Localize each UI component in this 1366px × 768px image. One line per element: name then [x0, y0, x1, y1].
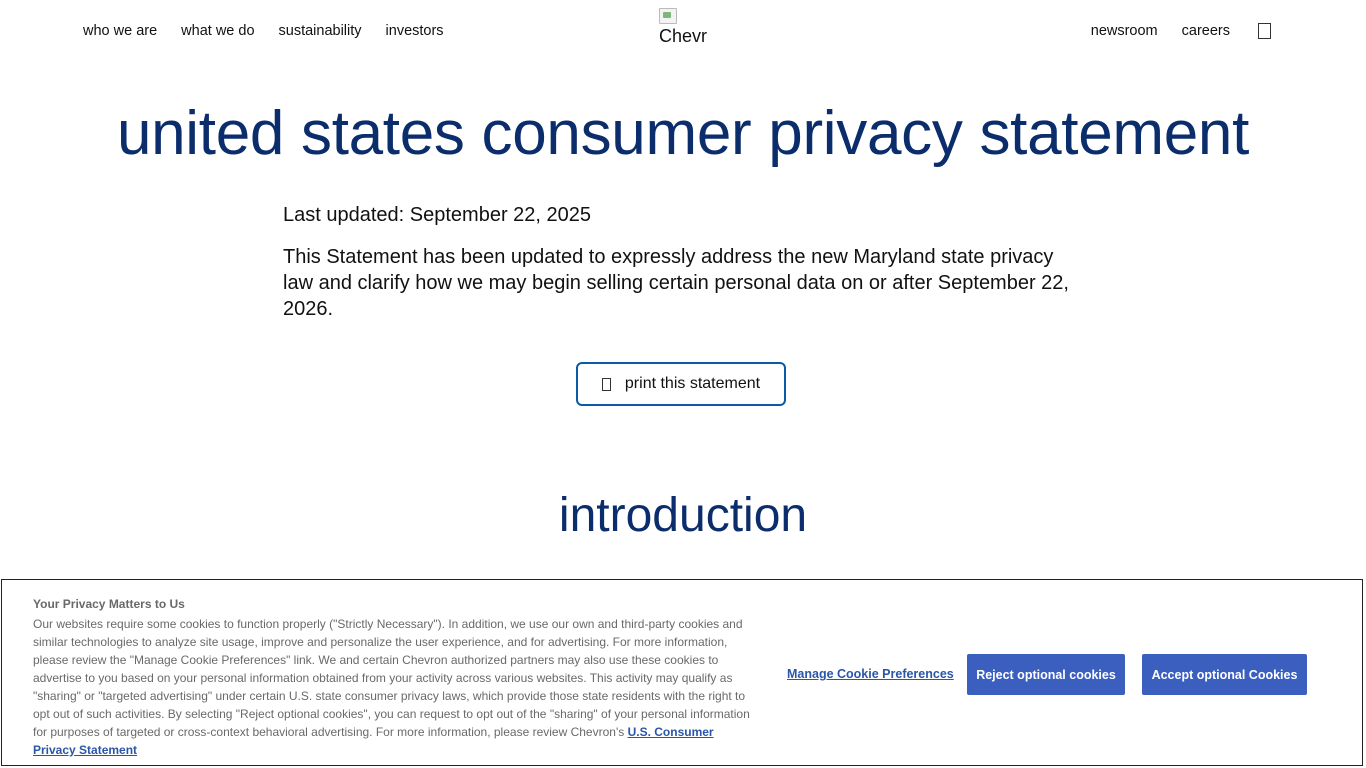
- top-navigation: who we are what we do sustainability inv…: [0, 0, 1366, 64]
- print-icon: [601, 377, 611, 391]
- nav-who-we-are[interactable]: who we are: [83, 23, 157, 39]
- cookie-consent-banner: Your Privacy Matters to Us Our websites …: [1, 579, 1363, 766]
- print-statement-button[interactable]: print this statement: [576, 362, 786, 406]
- menu-icon[interactable]: [1258, 23, 1271, 39]
- section-heading-introduction: introduction: [558, 489, 808, 542]
- cookie-banner-title: Your Privacy Matters to Us: [33, 597, 185, 611]
- cookie-banner-body-text: Our websites require some cookies to fun…: [33, 617, 750, 739]
- nav-careers[interactable]: careers: [1182, 23, 1230, 39]
- cookie-banner-body: Our websites require some cookies to fun…: [33, 615, 758, 759]
- nav-sustainability[interactable]: sustainability: [279, 23, 362, 39]
- secondary-nav: newsroom careers: [1091, 23, 1271, 39]
- page-title: united states consumer privacy statement: [116, 99, 1250, 168]
- broken-image-icon: [659, 8, 677, 24]
- reject-optional-cookies-button[interactable]: Reject optional cookies: [967, 654, 1125, 695]
- nav-investors[interactable]: investors: [386, 23, 444, 39]
- primary-nav: who we are what we do sustainability inv…: [83, 23, 444, 39]
- print-button-label: print this statement: [624, 375, 761, 392]
- nav-newsroom[interactable]: newsroom: [1091, 23, 1158, 39]
- last-updated-text: Last updated: September 22, 2025: [283, 204, 592, 226]
- nav-what-we-do[interactable]: what we do: [181, 23, 254, 39]
- accept-optional-cookies-button[interactable]: Accept optional Cookies: [1142, 654, 1307, 695]
- logo-alt-text: Chevr: [659, 26, 708, 46]
- manage-cookie-preferences-link[interactable]: Manage Cookie Preferences: [787, 667, 954, 681]
- chevron-logo-link[interactable]: Chevr: [659, 8, 719, 52]
- update-summary: This Statement has been updated to expre…: [283, 246, 1069, 320]
